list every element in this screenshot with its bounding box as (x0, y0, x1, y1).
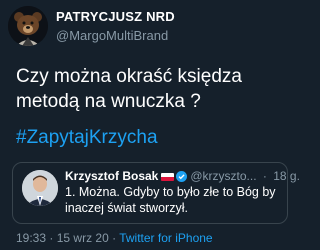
tweet-header: PATRYCJUSZ NRD @MargoMultiBrand (8, 6, 292, 48)
footer-dot: · (112, 231, 117, 245)
quoted-author-handle[interactable]: @krzyszto... (190, 169, 256, 183)
tweet-footer: 19:33 · 15 wrz 20 · Twitter for iPhone (16, 231, 213, 245)
tweet-time[interactable]: 19:33 (16, 231, 46, 245)
quoted-separator: · (262, 169, 267, 183)
poland-flag-icon (161, 172, 175, 181)
tweet-date[interactable]: 15 wrz 20 (57, 231, 109, 245)
quoted-tweet[interactable]: Krzysztof Bosak @krzyszto... · 18 g. 1. M… (12, 162, 300, 224)
quoted-text: 1. Można. Gdyby to było złe to Bóg by in… (65, 185, 276, 215)
tweet-text: Czy można okraść księdza metodą na wnucz… (16, 66, 242, 112)
bear-avatar-icon[interactable] (8, 6, 48, 46)
quoted-header: Krzysztof Bosak @krzyszto... · 18 g. (65, 169, 300, 184)
tweet-source-link[interactable]: Twitter for iPhone (119, 231, 212, 245)
author-display-name[interactable]: PATRYCJUSZ NRD (56, 9, 175, 25)
person-avatar-icon[interactable] (22, 170, 58, 206)
author-handle[interactable]: @MargoMultiBrand (56, 27, 175, 45)
verified-badge-icon (176, 171, 188, 183)
quoted-date[interactable]: 18 g. (273, 169, 300, 183)
hashtag-link[interactable]: #ZapytajKrzycha (16, 126, 158, 150)
quoted-author-name[interactable]: Krzysztof Bosak (65, 169, 158, 183)
footer-dot: · (49, 231, 54, 245)
